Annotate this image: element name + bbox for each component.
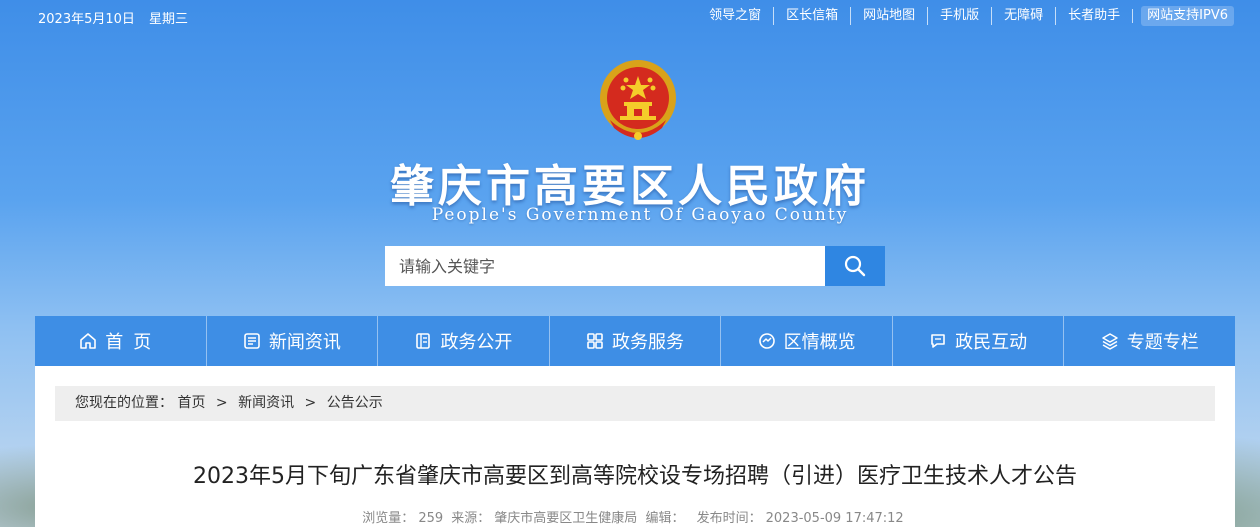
search-icon — [844, 255, 866, 277]
nav-label: 政民互动 — [955, 332, 1028, 353]
link-mobile[interactable]: 手机版 — [927, 7, 991, 25]
grid-icon — [587, 333, 603, 349]
published-time: 2023-05-09 17:47:12 — [765, 511, 904, 526]
home-icon — [80, 333, 97, 349]
views-count: 259 — [418, 511, 444, 526]
layers-icon — [1102, 333, 1118, 350]
search-bar — [385, 246, 885, 286]
breadcrumb-news[interactable]: 新闻资讯 — [238, 395, 294, 411]
nav-item-interaction[interactable]: 政民互动 — [891, 316, 1064, 366]
breadcrumb-separator: > — [215, 395, 228, 411]
breadcrumb-notices[interactable]: 公告公示 — [327, 395, 383, 411]
current-date: 2023年5月10日 星期三 — [38, 8, 198, 27]
link-accessibility[interactable]: 无障碍 — [991, 7, 1055, 25]
link-elderly-assistant[interactable]: 长者助手 — [1055, 7, 1132, 25]
link-sitemap[interactable]: 网站地图 — [850, 7, 927, 25]
ipv6-badge[interactable]: 网站支持IPV6 — [1141, 6, 1234, 26]
weekday-text: 星期三 — [149, 12, 189, 27]
article-title: 2023年5月下旬广东省肇庆市高要区到高等院校设专场招聘（引进）医疗卫生技术人才… — [193, 464, 1077, 489]
nav-label: 政务服务 — [612, 332, 685, 353]
top-bar: 2023年5月10日 星期三 领导之窗 区长信箱 网站地图 手机版 无障碍 长者… — [0, 0, 1260, 32]
nav-item-gov-affairs[interactable]: 政务公开 — [377, 316, 549, 366]
editor-label: 编辑： — [645, 511, 685, 526]
nav-item-gov-services[interactable]: 政务服务 — [548, 316, 721, 366]
compass-icon — [758, 333, 775, 349]
nav-item-news[interactable]: 新闻资讯 — [205, 316, 378, 366]
top-links: 领导之窗 区长信箱 网站地图 手机版 无障碍 长者助手 网站支持IPV6 — [697, 6, 1234, 26]
views-label: 浏览量： — [362, 511, 415, 526]
breadcrumb-separator: > — [304, 395, 317, 411]
link-leaders[interactable]: 领导之窗 — [697, 7, 773, 25]
news-icon — [244, 333, 260, 349]
breadcrumb: 您现在的位置： 首页 > 新闻资讯 > 公告公示 — [55, 386, 1215, 421]
date-text: 2023年5月10日 — [38, 12, 135, 27]
content-area: 您现在的位置： 首页 > 新闻资讯 > 公告公示 2023年5月下旬广东省肇庆市… — [35, 366, 1235, 527]
source-label: 来源： — [451, 511, 491, 526]
nav-item-overview[interactable]: 区情概览 — [720, 316, 892, 366]
breadcrumb-home[interactable]: 首页 — [177, 395, 205, 411]
source-value: 肇庆市高要区卫生健康局 — [494, 511, 638, 526]
link-mailbox[interactable]: 区长信箱 — [773, 7, 850, 25]
divider — [1132, 9, 1134, 23]
site-subtitle: People's Government Of Gaoyao County — [431, 205, 849, 225]
nav-label: 新闻资讯 — [268, 332, 341, 353]
search-button[interactable] — [825, 246, 885, 286]
document-icon — [416, 333, 431, 349]
nav-item-topics[interactable]: 专题专栏 — [1063, 316, 1235, 366]
nav-label: 区情概览 — [783, 332, 856, 353]
published-label: 发布时间： — [696, 511, 762, 526]
search-input[interactable] — [385, 246, 825, 286]
nav-item-home[interactable]: 首页 — [35, 316, 206, 366]
main-nav: 首页 新闻资讯 政务公开 政务服务 区情概览 政民互动 专题专栏 — [35, 316, 1235, 366]
chat-icon — [931, 334, 945, 348]
national-emblem-icon — [596, 58, 680, 148]
nav-label: 专题专栏 — [1126, 332, 1199, 353]
nav-label: 政务公开 — [440, 332, 513, 353]
breadcrumb-prefix: 您现在的位置： — [75, 395, 173, 411]
article-meta: 浏览量： 259 来源： 肇庆市高要区卫生健康局 编辑： 发布时间： 2023-05-… — [35, 507, 1235, 526]
nav-label: 首页 — [105, 332, 162, 353]
